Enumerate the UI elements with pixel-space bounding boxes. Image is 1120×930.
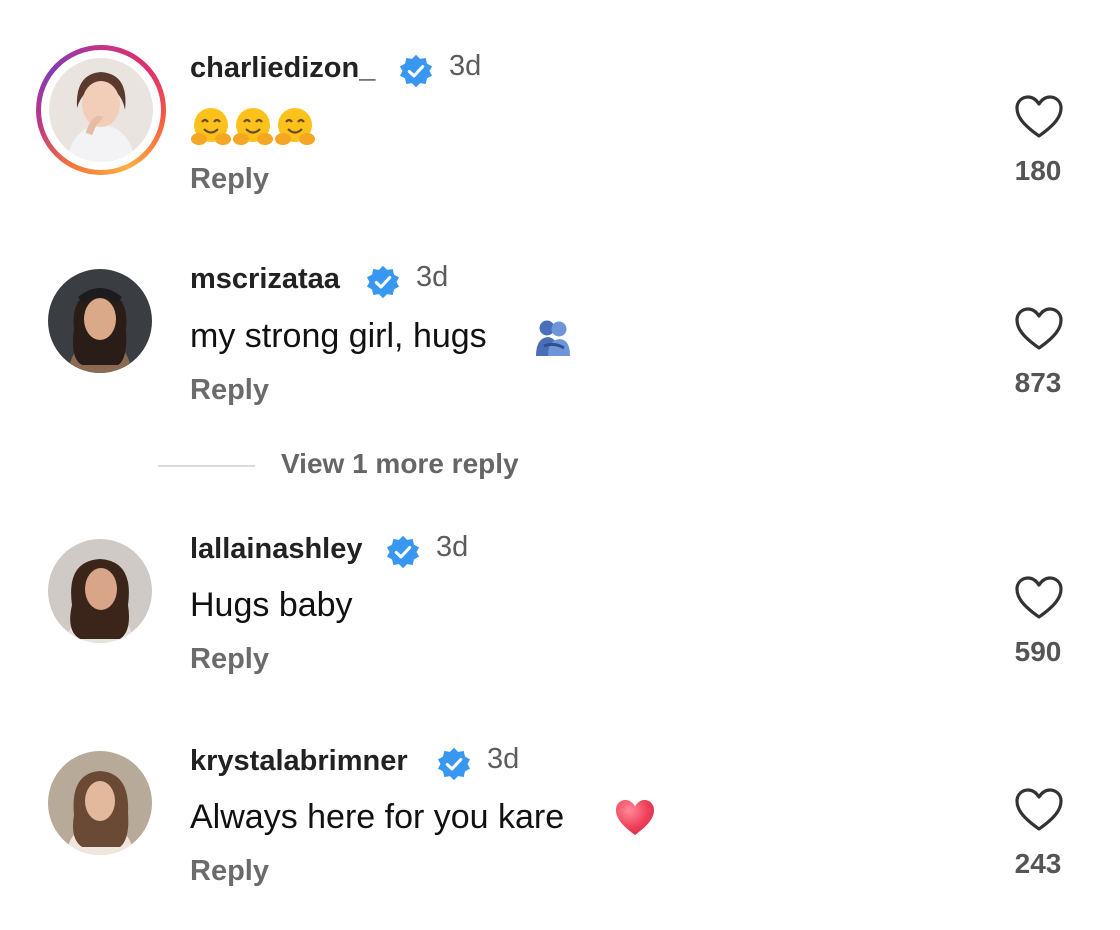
comment-text: Always here for you kare <box>190 798 565 836</box>
verified-badge-icon <box>366 265 400 299</box>
people-hugging-icon <box>536 320 570 356</box>
username[interactable]: mscrizataa <box>190 263 340 296</box>
like-count: 243 <box>1014 848 1062 879</box>
username[interactable]: krystalabrimner <box>190 745 408 778</box>
reply-button[interactable]: Reply <box>190 643 269 676</box>
like-heart-icon[interactable] <box>1014 575 1064 621</box>
avatar[interactable] <box>48 539 152 643</box>
reply-button[interactable]: Reply <box>190 374 269 407</box>
username[interactable]: lallainashley <box>190 533 363 566</box>
like-count: 873 <box>1014 367 1062 398</box>
comment-text: my strong girl, hugs <box>190 317 487 355</box>
verified-badge-icon <box>386 535 420 569</box>
like-count: 590 <box>1014 636 1062 667</box>
comment-time: 3d <box>416 261 449 293</box>
comment-item: krystalabrimner 3d Always here for you k… <box>0 0 1120 887</box>
avatar[interactable] <box>48 751 152 855</box>
reply-button[interactable]: Reply <box>190 855 269 888</box>
view-more-replies[interactable]: View 1 more reply <box>158 446 578 486</box>
comment-time: 3d <box>436 531 469 563</box>
comment-time: 3d <box>487 743 520 775</box>
like-heart-icon[interactable] <box>1014 306 1064 352</box>
verified-badge-icon <box>437 747 471 781</box>
comment-text: Hugs baby <box>190 586 353 624</box>
like-heart-icon[interactable] <box>1014 787 1064 833</box>
divider <box>158 465 255 467</box>
avatar[interactable] <box>48 269 152 373</box>
red-heart-icon <box>616 800 654 835</box>
view-more-replies-label[interactable]: View 1 more reply <box>281 448 519 480</box>
